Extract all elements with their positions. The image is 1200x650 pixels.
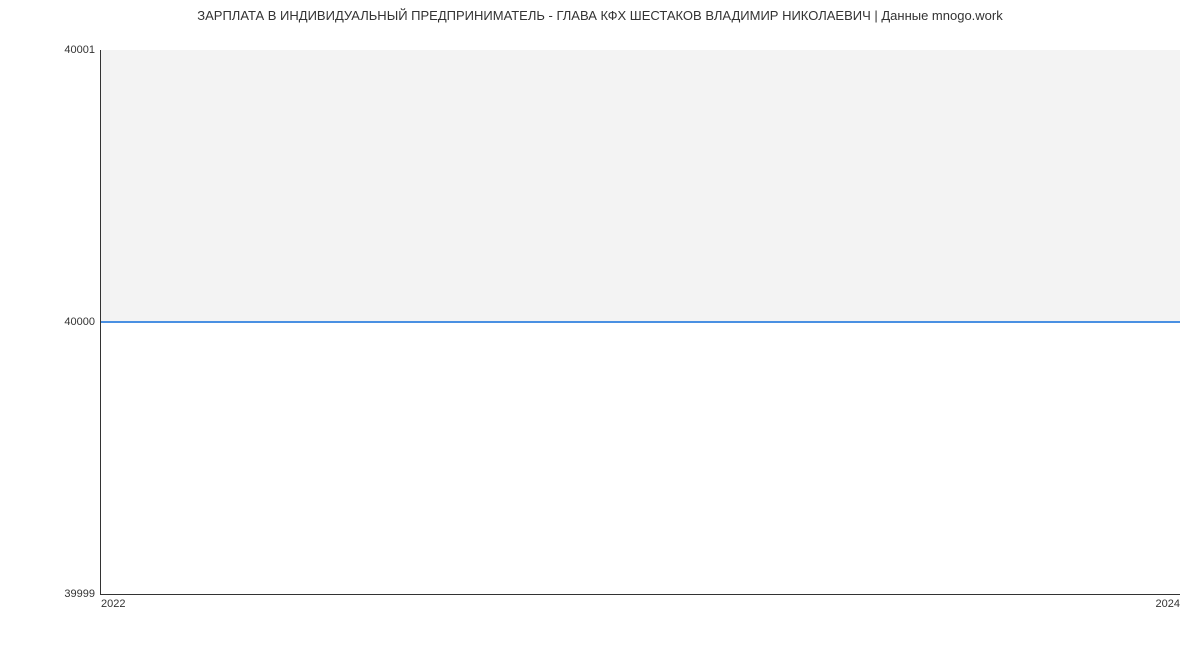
chart-container: 40001 40000 39999 2022 2024 — [100, 30, 1180, 615]
plot-area: 40001 40000 39999 2022 2024 — [100, 50, 1180, 595]
data-line — [101, 321, 1180, 323]
x-tick-label: 2024 — [1156, 594, 1180, 610]
chart-title: ЗАРПЛАТА В ИНДИВИДУАЛЬНЫЙ ПРЕДПРИНИМАТЕЛ… — [0, 0, 1200, 23]
plot-background-upper — [101, 50, 1180, 322]
x-tick-label: 2022 — [101, 594, 125, 610]
y-tick-label: 40000 — [64, 316, 101, 328]
y-tick-label: 39999 — [64, 588, 101, 600]
plot-background-lower — [101, 322, 1180, 594]
y-tick-label: 40001 — [64, 44, 101, 56]
